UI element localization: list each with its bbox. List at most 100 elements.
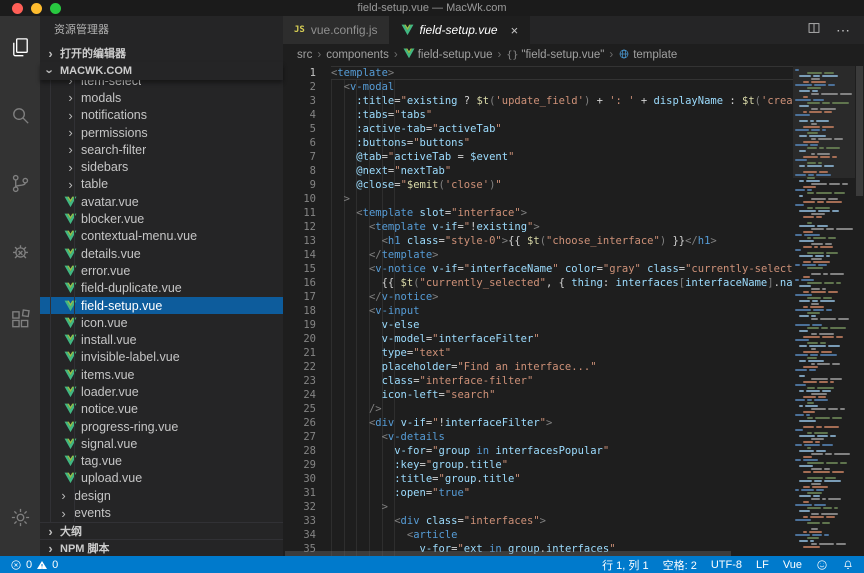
source-control-tab-button[interactable] bbox=[0, 160, 40, 206]
tree-item-field-duplicate-vue[interactable]: field-duplicate.vue bbox=[40, 280, 283, 297]
code-line[interactable]: placeholder="Find an interface..." bbox=[331, 360, 793, 374]
tree-item-modals[interactable]: modals bbox=[40, 89, 283, 106]
line-number: 17 bbox=[303, 290, 316, 304]
tree-item-avatar-vue[interactable]: avatar.vue bbox=[40, 193, 283, 210]
tree-item-table[interactable]: table bbox=[40, 176, 283, 193]
code-line[interactable]: </v-notice> bbox=[331, 290, 793, 304]
tree-item-events[interactable]: events bbox=[40, 504, 283, 521]
code-line[interactable]: {{ $t("currently_selected", { thing: int… bbox=[331, 276, 793, 290]
close-tab-icon[interactable]: × bbox=[511, 24, 519, 37]
open-editors-section[interactable]: 打开的编辑器 bbox=[40, 44, 283, 62]
extensions-tab-button[interactable] bbox=[0, 296, 40, 342]
code-line[interactable]: @tab="activeTab = $event" bbox=[331, 150, 793, 164]
tree-item-contextual-menu-vue[interactable]: contextual-menu.vue bbox=[40, 228, 283, 245]
indentation-setting[interactable]: 空格: 2 bbox=[663, 557, 697, 573]
tab-vue-config-js[interactable]: JS vue.config.js bbox=[283, 16, 390, 44]
code-line[interactable]: class="interface-filter" bbox=[331, 374, 793, 388]
code-line[interactable]: <template slot="interface"> bbox=[331, 206, 793, 220]
code-line[interactable]: :buttons="buttons" bbox=[331, 136, 793, 150]
code-line[interactable]: <article bbox=[331, 528, 793, 542]
minimap-slider[interactable] bbox=[793, 66, 855, 178]
minimize-window-button[interactable] bbox=[31, 3, 42, 14]
tree-item-icon-vue[interactable]: icon.vue bbox=[40, 314, 283, 331]
code-editor[interactable]: 1234567891011121314151617181920212223242… bbox=[283, 66, 864, 556]
tree-item-blocker-vue[interactable]: blocker.vue bbox=[40, 210, 283, 227]
code-line[interactable]: > bbox=[331, 192, 793, 206]
cursor-position[interactable]: 行 1, 列 1 bbox=[602, 557, 648, 573]
tree-item-items-vue[interactable]: items.vue bbox=[40, 366, 283, 383]
workspace-root-section[interactable]: MACWK.COM bbox=[40, 62, 283, 80]
tree-item-search-filter[interactable]: search-filter bbox=[40, 141, 283, 158]
code-line[interactable]: :tabs="tabs" bbox=[331, 108, 793, 122]
code-line[interactable]: icon-left="search" bbox=[331, 388, 793, 402]
tree-item-details-vue[interactable]: details.vue bbox=[40, 245, 283, 262]
code-line[interactable]: </template> bbox=[331, 248, 793, 262]
search-icon bbox=[9, 104, 32, 127]
tree-item-notice-vue[interactable]: notice.vue bbox=[40, 401, 283, 418]
minimap[interactable] bbox=[793, 66, 855, 556]
npm-scripts-section[interactable]: NPM 脚本 bbox=[40, 539, 283, 556]
code-line[interactable]: <template> bbox=[331, 66, 793, 80]
zoom-window-button[interactable] bbox=[50, 3, 61, 14]
code-line[interactable]: <h1 class="style-0">{{ $t("choose_interf… bbox=[331, 234, 793, 248]
tree-item-sidebars[interactable]: sidebars bbox=[40, 158, 283, 175]
horizontal-scrollbar[interactable] bbox=[285, 551, 792, 556]
tree-item-progress-ring-vue[interactable]: progress-ring.vue bbox=[40, 418, 283, 435]
settings-gear-button[interactable] bbox=[0, 494, 40, 540]
code-line[interactable]: :title="group.title" bbox=[331, 472, 793, 486]
code-line[interactable]: <div v-if="!interfaceFilter"> bbox=[331, 416, 793, 430]
encoding[interactable]: UTF-8 bbox=[711, 559, 742, 571]
more-actions-icon[interactable]: ⋯ bbox=[836, 22, 851, 39]
code-line[interactable]: v-else bbox=[331, 318, 793, 332]
notifications-bell-icon[interactable] bbox=[842, 559, 854, 571]
vertical-scrollbar-thumb[interactable] bbox=[856, 66, 863, 196]
code-line[interactable]: :open="true" bbox=[331, 486, 793, 500]
code-line[interactable]: <v-notice v-if="interfaceName" color="gr… bbox=[331, 262, 793, 276]
feedback-smiley-icon[interactable] bbox=[816, 559, 828, 571]
tab-field-setup-vue[interactable]: field-setup.vue × bbox=[390, 16, 531, 44]
tree-item-tag-vue[interactable]: tag.vue bbox=[40, 453, 283, 470]
language-mode[interactable]: Vue bbox=[783, 559, 802, 571]
code-line[interactable]: <v-input bbox=[331, 304, 793, 318]
close-window-button[interactable] bbox=[12, 3, 23, 14]
horizontal-scrollbar-thumb[interactable] bbox=[285, 551, 731, 556]
tree-item-item-select[interactable]: item-select bbox=[40, 80, 283, 89]
code-line[interactable]: type="text" bbox=[331, 346, 793, 360]
code-line[interactable]: :title="existing ? $t('update_field') + … bbox=[331, 94, 793, 108]
tree-item-install-vue[interactable]: install.vue bbox=[40, 331, 283, 348]
tree-item-notifications[interactable]: notifications bbox=[40, 107, 283, 124]
code-line[interactable]: <v-modal bbox=[331, 80, 793, 94]
tree-item-permissions[interactable]: permissions bbox=[40, 124, 283, 141]
code-line[interactable]: <div class="interfaces"> bbox=[331, 514, 793, 528]
code-line[interactable]: :key="group.title" bbox=[331, 458, 793, 472]
vertical-scrollbar[interactable] bbox=[855, 66, 864, 556]
code-line[interactable]: > bbox=[331, 500, 793, 514]
code-line[interactable]: @next="nextTab" bbox=[331, 164, 793, 178]
explorer-tab-button[interactable] bbox=[0, 24, 40, 70]
code-line[interactable]: /> bbox=[331, 402, 793, 416]
tree-item-signal-vue[interactable]: signal.vue bbox=[40, 435, 283, 452]
debug-tab-button[interactable] bbox=[0, 228, 40, 274]
tree-item-error-vue[interactable]: error.vue bbox=[40, 262, 283, 279]
breadcrumb-item-file[interactable]: field-setup.vue bbox=[403, 48, 493, 62]
outline-section[interactable]: 大纲 bbox=[40, 522, 283, 539]
breadcrumb-item-components[interactable]: components bbox=[326, 49, 389, 61]
tree-item-field-setup-vue[interactable]: field-setup.vue bbox=[40, 297, 283, 314]
split-editor-icon[interactable] bbox=[807, 21, 821, 40]
tree-item-design[interactable]: design bbox=[40, 487, 283, 504]
tree-item-loader-vue[interactable]: loader.vue bbox=[40, 383, 283, 400]
breadcrumb-item-document[interactable]: {} "field-setup.vue" bbox=[506, 49, 604, 61]
code-line[interactable]: <template v-if="!existing"> bbox=[331, 220, 793, 234]
tree-item-upload-vue[interactable]: upload.vue bbox=[40, 470, 283, 487]
code-line[interactable]: @close="$emit('close')" bbox=[331, 178, 793, 192]
eol-setting[interactable]: LF bbox=[756, 559, 769, 571]
problems-indicator[interactable]: 0 0 bbox=[10, 559, 58, 571]
code-line[interactable]: v-for="group in interfacesPopular" bbox=[331, 444, 793, 458]
breadcrumb-item-template[interactable]: template bbox=[618, 48, 677, 63]
code-line[interactable]: v-model="interfaceFilter" bbox=[331, 332, 793, 346]
tree-item-invisible-label-vue[interactable]: invisible-label.vue bbox=[40, 349, 283, 366]
code-line[interactable]: <v-details bbox=[331, 430, 793, 444]
breadcrumb-item-src[interactable]: src bbox=[297, 49, 312, 61]
search-tab-button[interactable] bbox=[0, 92, 40, 138]
code-line[interactable]: :active-tab="activeTab" bbox=[331, 122, 793, 136]
